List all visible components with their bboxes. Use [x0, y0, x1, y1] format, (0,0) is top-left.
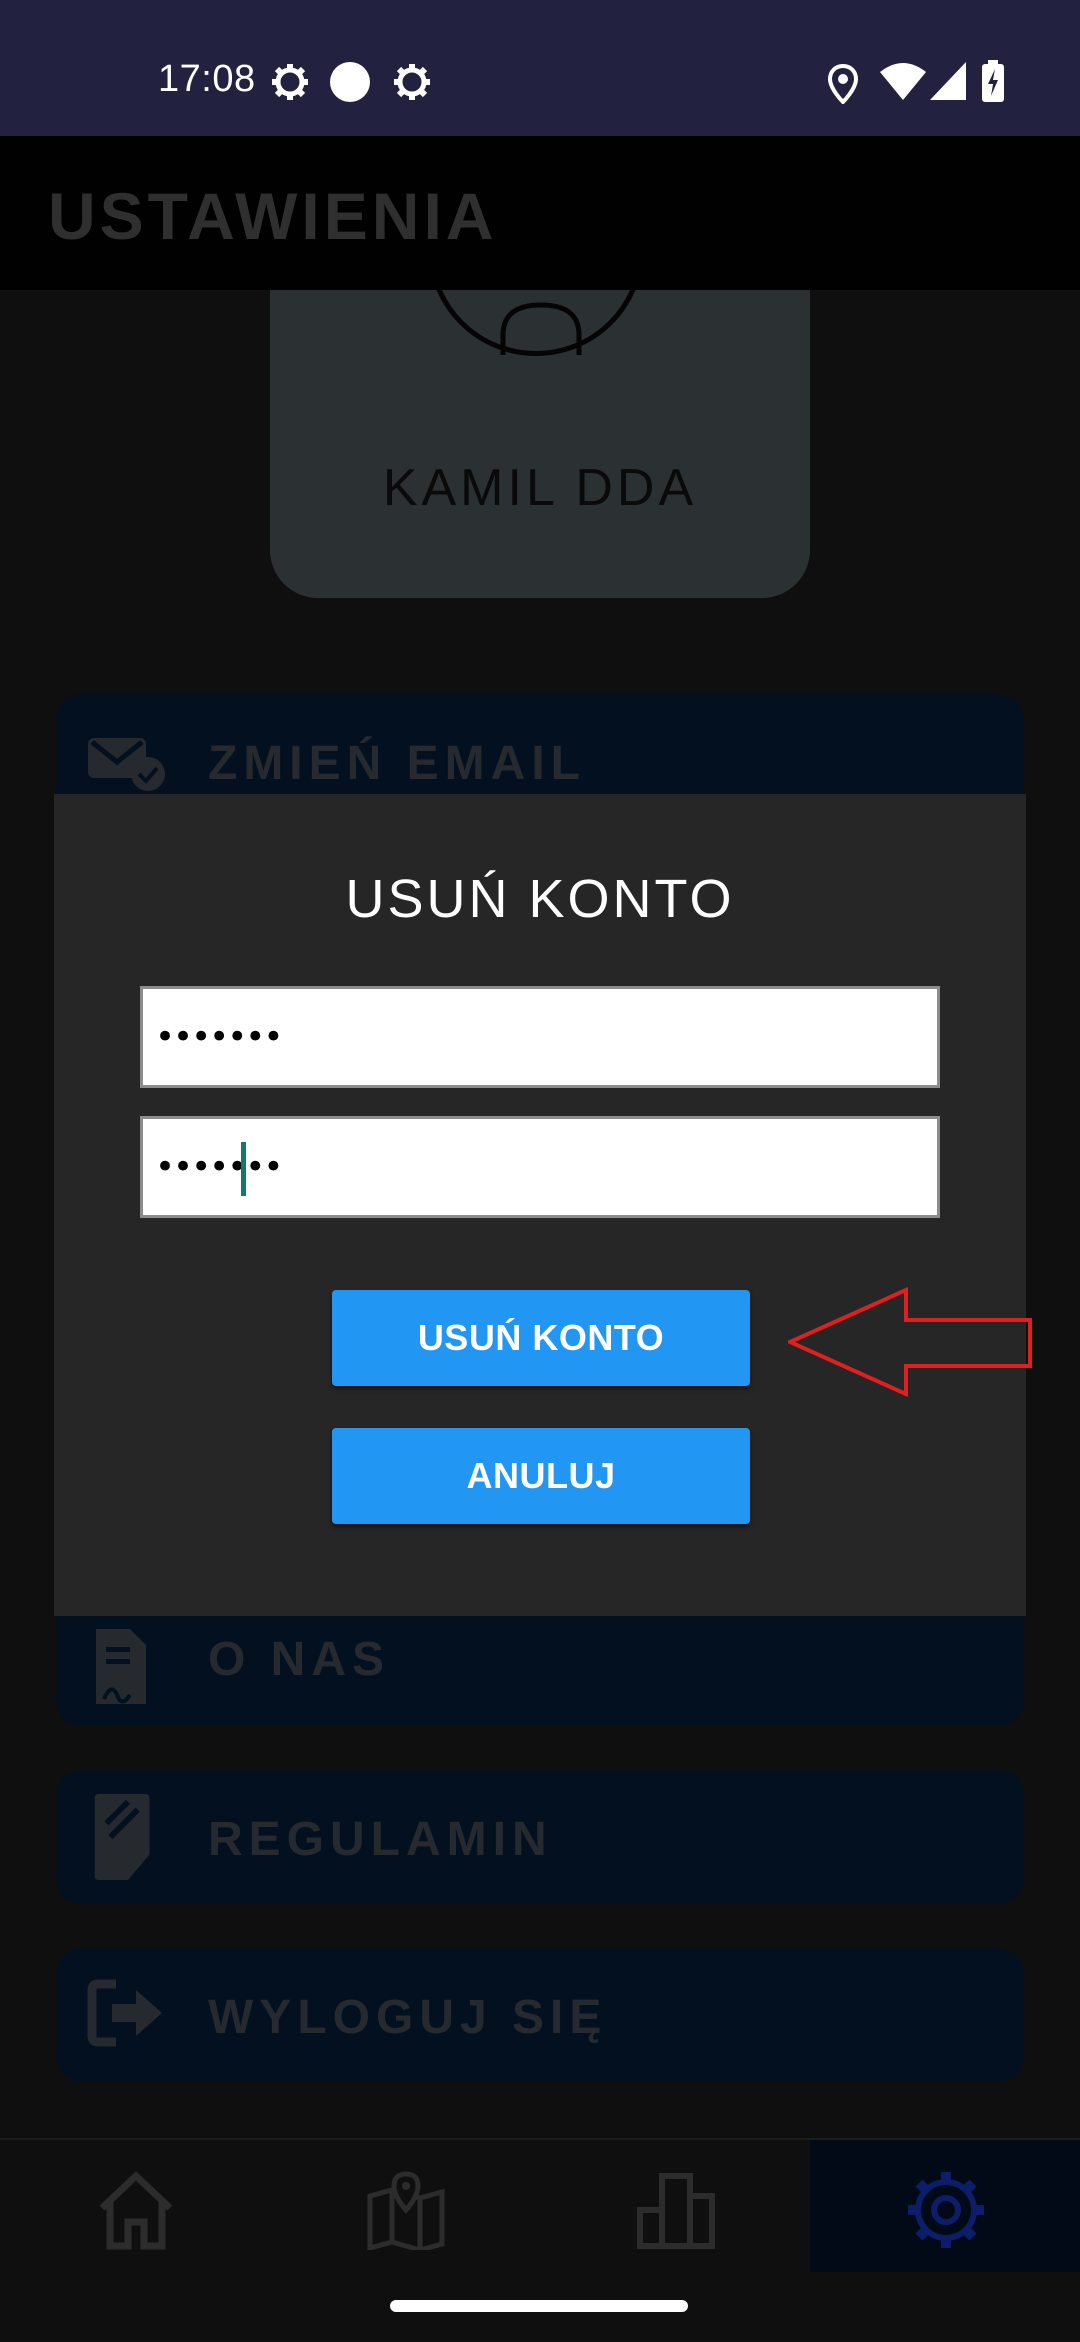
map-icon [367, 2171, 445, 2250]
menu-item-label: WYLOGUJ SIĘ [208, 1991, 608, 2044]
settings-icon [908, 2172, 984, 2248]
confirm-password-field[interactable] [140, 1116, 940, 1218]
status-bar: 17:08 [0, 0, 1080, 136]
gear-icon [394, 64, 430, 100]
nav-map[interactable] [270, 2140, 540, 2272]
nav-settings[interactable] [810, 2140, 1080, 2272]
user-icon [500, 302, 582, 355]
menu-item-label: REGULAMIN [208, 1813, 553, 1866]
dialog-title: USUŃ KONTO [345, 869, 735, 929]
note-edit-icon [94, 1794, 150, 1881]
bar-chart-icon [637, 2173, 715, 2249]
profile-card: KAMIL DDA [270, 290, 810, 598]
home-indicator[interactable] [390, 2300, 688, 2312]
page-title: USTAWIENIA [48, 179, 498, 253]
logout-icon [87, 1979, 162, 2047]
password-field[interactable] [140, 986, 940, 1088]
menu-item-terms[interactable]: REGULAMIN [56, 1770, 1024, 1904]
delete-account-dialog: USUŃ KONTO USUŃ KONTO ANULUJ [54, 794, 1026, 1616]
email-check-icon [88, 738, 165, 791]
gear-icon [272, 64, 308, 100]
app-bar: USTAWIENIA [0, 136, 1080, 290]
delete-account-button[interactable]: USUŃ KONTO [332, 1290, 750, 1386]
circle-icon [330, 62, 370, 102]
status-time: 17:08 [158, 58, 256, 100]
menu-item-label: O NAS [208, 1633, 391, 1686]
location-icon [828, 64, 858, 104]
profile-name: KAMIL DDA [382, 459, 698, 517]
signal-icon [930, 62, 966, 100]
avatar [428, 290, 644, 356]
menu-item-logout[interactable]: WYLOGUJ SIĘ [56, 1948, 1024, 2082]
home-icon [99, 2171, 173, 2250]
cancel-button[interactable]: ANULUJ [332, 1428, 750, 1524]
nav-home[interactable] [0, 2140, 270, 2272]
menu-item-label: ZMIEŃ EMAIL [208, 737, 586, 790]
nav-statistics[interactable] [540, 2140, 810, 2272]
battery-charging-icon [982, 60, 1004, 102]
wifi-icon [880, 63, 926, 100]
annotation-arrow-icon [788, 1286, 1032, 1398]
text-cursor [241, 1142, 246, 1196]
document-signature-icon [96, 1629, 146, 1704]
